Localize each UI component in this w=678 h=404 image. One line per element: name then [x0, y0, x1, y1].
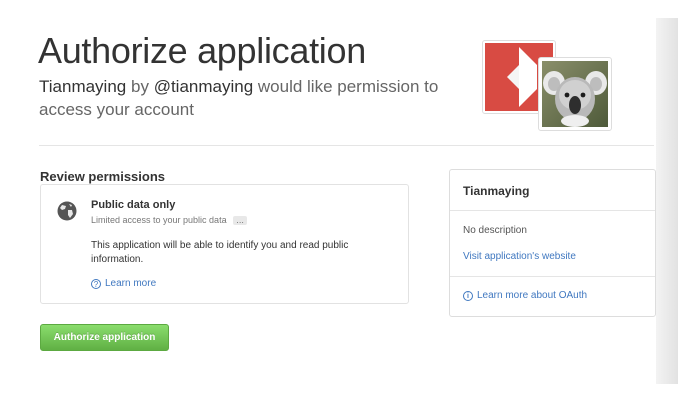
permission-subtitle: Limited access to your public data …: [91, 215, 248, 226]
permission-title: Public data only: [91, 199, 176, 211]
globe-icon: [57, 201, 77, 221]
info-icon: i: [463, 290, 473, 301]
learn-about-oauth-link[interactable]: i Learn more about OAuth: [463, 290, 587, 301]
permission-request-text: Tianmaying by @tianmaying would like per…: [39, 75, 449, 121]
review-permissions-heading: Review permissions: [40, 169, 165, 184]
app-name-text: Tianmaying: [39, 77, 127, 96]
app-box-divider: [450, 210, 655, 211]
application-info-box: Tianmaying No description Visit applicat…: [449, 169, 656, 317]
header-divider: [39, 145, 654, 146]
permission-box: Public data only Limited access to your …: [40, 184, 409, 304]
by-text: by: [130, 77, 149, 96]
page-title: Authorize application: [38, 30, 366, 71]
oauth-link-label: Learn more about OAuth: [477, 290, 588, 301]
right-edge-shade: [656, 18, 678, 384]
question-icon: ?: [91, 278, 101, 289]
application-description: No description: [463, 225, 527, 236]
app-box-divider-2: [450, 276, 655, 277]
authorize-application-button[interactable]: Authorize application: [40, 324, 169, 351]
learn-more-label: Learn more: [105, 278, 157, 289]
permission-description: This application will be able to identif…: [91, 240, 349, 265]
user-avatar: [538, 57, 612, 131]
permission-subtitle-text: Limited access to your public data: [91, 215, 227, 225]
application-name: Tianmaying: [463, 184, 530, 198]
learn-more-link[interactable]: ? Learn more: [91, 278, 156, 289]
koala-avatar-icon: [542, 61, 608, 127]
app-and-user-logos: [482, 40, 612, 132]
expand-details-button[interactable]: …: [233, 216, 248, 226]
visit-website-link[interactable]: Visit application's website: [463, 251, 576, 262]
username-text: @tianmaying: [153, 77, 254, 96]
